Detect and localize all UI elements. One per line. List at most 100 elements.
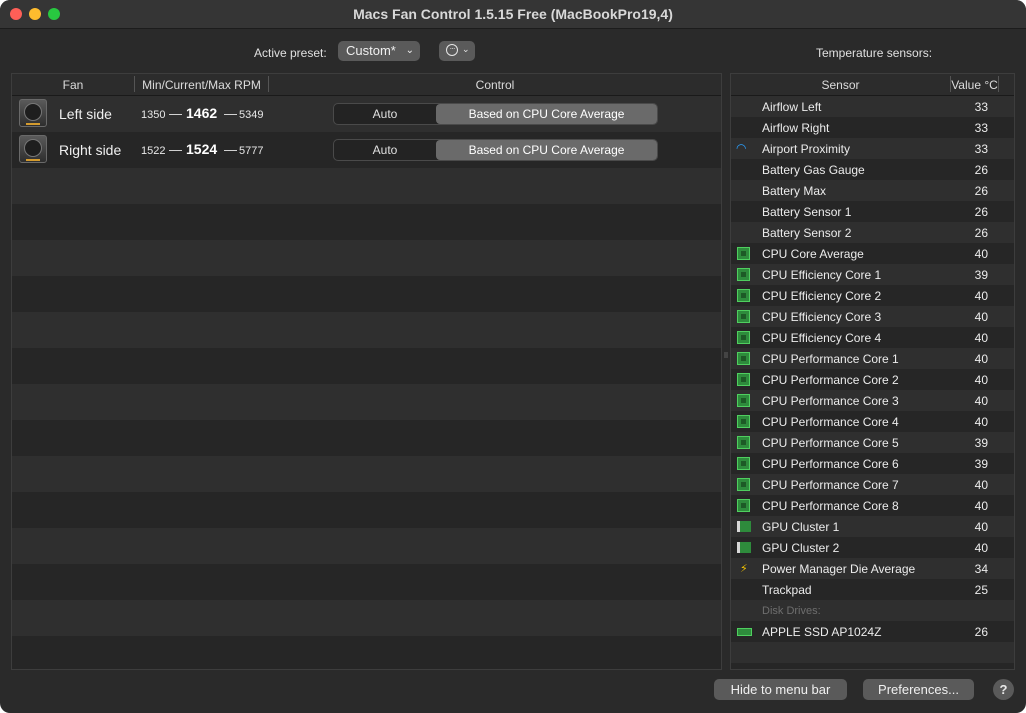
- sensor-value: 25: [974, 583, 988, 597]
- sensor-value: 40: [974, 247, 988, 261]
- fan-control-segmented[interactable]: Auto Based on CPU Core Average: [333, 103, 658, 125]
- rpm-separator: —: [224, 106, 237, 121]
- rpm-separator: —: [224, 142, 237, 157]
- sensor-value: 33: [974, 121, 988, 135]
- fan-control-segmented[interactable]: Auto Based on CPU Core Average: [333, 139, 658, 161]
- sensor-name: Airport Proximity: [762, 142, 851, 156]
- sensor-row[interactable]: CPU Performance Core 6 39: [731, 453, 1014, 474]
- sensor-value: 40: [974, 478, 988, 492]
- auto-control-button[interactable]: Auto: [334, 104, 436, 124]
- sensor-name: CPU Performance Core 8: [762, 499, 899, 513]
- sensor-row[interactable]: CPU Performance Core 1 40: [731, 348, 1014, 369]
- fan-row[interactable]: Left side 1350—1462—5349 Auto Based on CPU …: [12, 96, 721, 132]
- sensor-value: 26: [974, 226, 988, 240]
- sensor-row[interactable]: CPU Performance Core 4 40: [731, 411, 1014, 432]
- sensor-row[interactable]: CPU Performance Core 5 39: [731, 432, 1014, 453]
- sensor-value: 39: [974, 436, 988, 450]
- sensor-based-control-button[interactable]: Based on CPU Core Average: [436, 104, 657, 124]
- column-divider: [998, 76, 999, 92]
- bolt-icon: ⚡: [740, 563, 748, 575]
- sensor-row[interactable]: CPU Performance Core 7 40: [731, 474, 1014, 495]
- sensor-row[interactable]: CPU Performance Core 8 40: [731, 495, 1014, 516]
- sensor-row[interactable]: GPU Cluster 2 40: [731, 537, 1014, 558]
- sensor-name: CPU Efficiency Core 2: [762, 289, 882, 303]
- fan-name: Left side: [59, 106, 112, 122]
- empty-row: [12, 564, 721, 600]
- sensor-name: APPLE SSD AP1024Z: [762, 625, 882, 639]
- chip-icon: [737, 289, 750, 302]
- sensor-name: Battery Sensor 1: [762, 205, 852, 219]
- sensor-row[interactable]: ⚡ Power Manager Die Average 34: [731, 558, 1014, 579]
- sensor-row[interactable]: CPU Efficiency Core 3 40: [731, 306, 1014, 327]
- max-rpm: 5349: [239, 109, 264, 121]
- sensor-row[interactable]: APPLE SSD AP1024Z 26: [731, 621, 1014, 642]
- rpm-column-header[interactable]: Min/Current/Max RPM: [135, 78, 268, 92]
- sensor-row[interactable]: CPU Efficiency Core 4 40: [731, 327, 1014, 348]
- chip-icon: [737, 499, 750, 512]
- sensor-name: CPU Performance Core 6: [762, 457, 899, 471]
- sensor-row[interactable]: Battery Sensor 2 26: [731, 222, 1014, 243]
- sensor-row[interactable]: CPU Performance Core 3 40: [731, 390, 1014, 411]
- sensor-name: GPU Cluster 1: [762, 520, 840, 534]
- hide-to-menu-bar-button[interactable]: Hide to menu bar: [714, 679, 847, 700]
- control-column-header[interactable]: Control: [269, 78, 721, 92]
- chip-icon: [737, 310, 750, 323]
- sensor-column-header[interactable]: Sensor: [731, 78, 950, 92]
- fan-row[interactable]: Right side 1522—1524—5777 Auto Based on CPU…: [12, 132, 721, 168]
- sensor-based-control-button[interactable]: Based on CPU Core Average: [436, 140, 657, 160]
- sensor-row[interactable]: Battery Gas Gauge 26: [731, 159, 1014, 180]
- sensor-row[interactable]: Battery Max 26: [731, 180, 1014, 201]
- empty-row: [12, 492, 721, 528]
- rpm-separator: —: [169, 106, 182, 121]
- sensor-value: 40: [974, 394, 988, 408]
- empty-row: [12, 384, 721, 420]
- sensor-row[interactable]: ◠ Airport Proximity 33: [731, 138, 1014, 159]
- sensor-name: CPU Performance Core 7: [762, 478, 899, 492]
- help-button[interactable]: ?: [993, 679, 1014, 700]
- gpu-icon: [737, 542, 751, 553]
- empty-row: [12, 204, 721, 240]
- sensor-name: Trackpad: [762, 583, 812, 597]
- chip-icon: [737, 331, 750, 344]
- ellipsis-icon: ···: [446, 44, 458, 56]
- empty-row: [12, 456, 721, 492]
- split-view-divider[interactable]: [724, 352, 728, 358]
- sensor-name: CPU Efficiency Core 4: [762, 331, 882, 345]
- sensor-row[interactable]: CPU Core Average 40: [731, 243, 1014, 264]
- title-bar: Macs Fan Control 1.5.15 Free (MacBookPro…: [0, 0, 1026, 29]
- auto-control-button[interactable]: Auto: [334, 140, 436, 160]
- sensor-name: CPU Performance Core 5: [762, 436, 899, 450]
- max-rpm: 5777: [239, 145, 264, 157]
- sensor-row[interactable]: Airflow Right 33: [731, 117, 1014, 138]
- chip-icon: [737, 478, 750, 491]
- sensor-name: Airflow Left: [762, 100, 822, 114]
- sensor-row[interactable]: Airflow Left 33: [731, 96, 1014, 117]
- sensor-row[interactable]: Battery Sensor 1 26: [731, 201, 1014, 222]
- sensor-row[interactable]: CPU Performance Core 2 40: [731, 369, 1014, 390]
- preferences-button[interactable]: Preferences...: [863, 679, 974, 700]
- fan-icon: [19, 135, 47, 163]
- app-window: Macs Fan Control 1.5.15 Free (MacBookPro…: [0, 0, 1026, 713]
- preset-select[interactable]: Custom* ⌄: [338, 41, 420, 61]
- sensor-row[interactable]: Trackpad 25: [731, 579, 1014, 600]
- more-options-button[interactable]: ··· ⌄: [439, 41, 475, 61]
- empty-row: [12, 276, 721, 312]
- chip-icon: [737, 247, 750, 260]
- empty-row: [12, 240, 721, 276]
- fan-column-header[interactable]: Fan: [12, 78, 134, 92]
- sensor-row[interactable]: CPU Efficiency Core 1 39: [731, 264, 1014, 285]
- sensor-name: GPU Cluster 2: [762, 541, 840, 555]
- sensor-name: Battery Gas Gauge: [762, 163, 865, 177]
- empty-row: [12, 312, 721, 348]
- min-rpm: 1522: [141, 145, 166, 157]
- sensor-table-header: Sensor Value °C: [731, 74, 1014, 96]
- chip-icon: [737, 394, 750, 407]
- empty-row: [12, 348, 721, 384]
- sensor-row[interactable]: GPU Cluster 1 40: [731, 516, 1014, 537]
- sensor-table: Sensor Value °C Airflow Left 33 Airflow Ri…: [730, 73, 1015, 670]
- sensor-value: 34: [974, 562, 988, 576]
- fan-table: Fan Min/Current/Max RPM Control Left sid…: [11, 73, 722, 670]
- sensor-value: 33: [974, 142, 988, 156]
- value-column-header[interactable]: Value °C: [951, 78, 998, 92]
- sensor-row[interactable]: CPU Efficiency Core 2 40: [731, 285, 1014, 306]
